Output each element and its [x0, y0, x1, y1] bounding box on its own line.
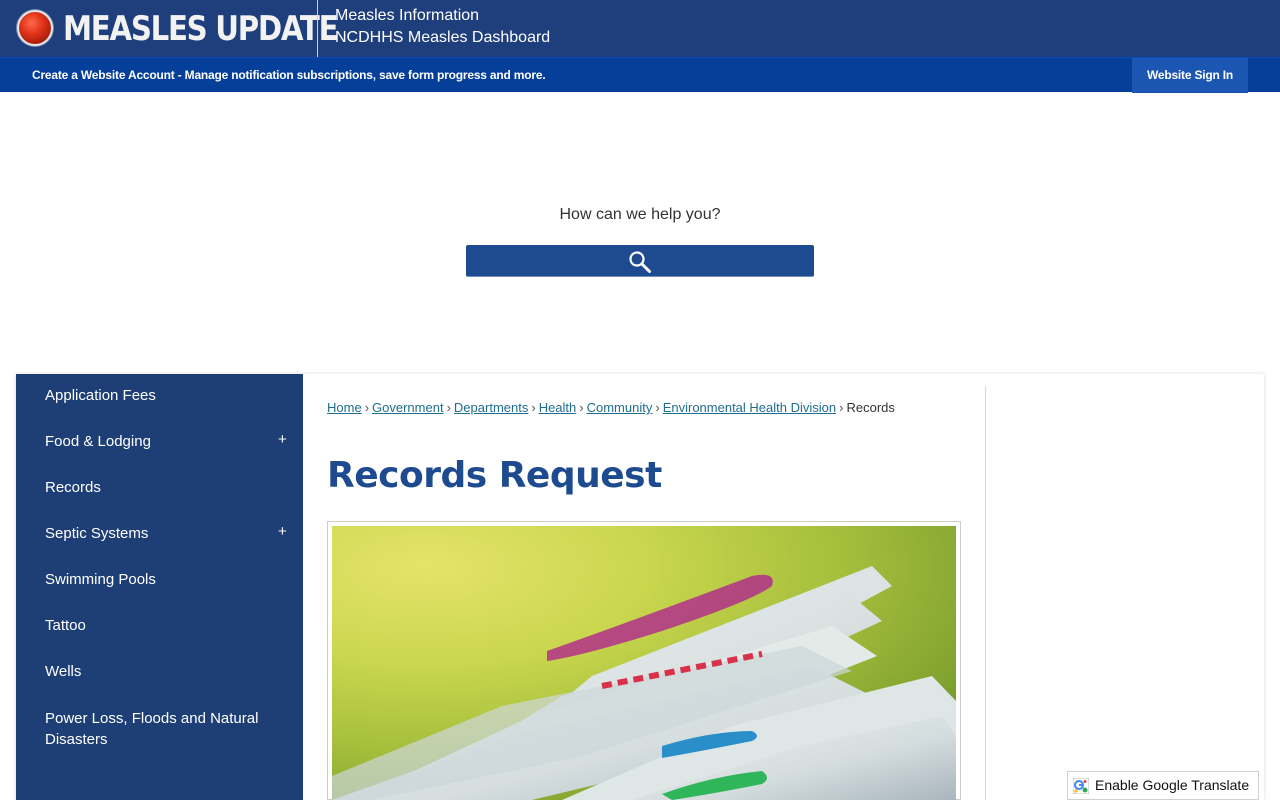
breadcrumb-environmental-health[interactable]: Environmental Health Division	[663, 400, 836, 415]
alert-title: MEASLES UPDATE	[63, 9, 339, 49]
alert-dot-icon	[17, 10, 53, 46]
breadcrumb-current: Records	[846, 400, 895, 415]
breadcrumb-home[interactable]: Home	[327, 400, 362, 415]
paper-stack-illustration	[332, 566, 956, 800]
search-prompt: How can we help you?	[559, 206, 721, 223]
google-translate-button[interactable]: Enable Google Translate	[1067, 771, 1259, 800]
measles-information-link[interactable]: Measles Information	[335, 7, 479, 25]
sidebar-item-records[interactable]: Records	[45, 477, 295, 498]
measles-alert-banner: MEASLES UPDATE Measles Information NCDHH…	[0, 0, 1280, 57]
right-column-divider	[985, 386, 986, 800]
translate-label: Enable Google Translate	[1095, 777, 1250, 793]
records-photo	[332, 526, 956, 800]
breadcrumb-departments[interactable]: Departments	[454, 400, 528, 415]
website-sign-in-button[interactable]: Website Sign In	[1132, 58, 1248, 93]
food-lodging-expand-icon[interactable]: +	[278, 431, 287, 448]
sidebar-item-food-lodging[interactable]: Food & Lodging	[45, 431, 295, 452]
create-account-link[interactable]: Create a Website Account	[32, 68, 175, 82]
sidebar-item-tattoo[interactable]: Tattoo	[45, 615, 295, 636]
account-promo: Create a Website Account - Manage notifi…	[32, 68, 546, 82]
breadcrumb-health[interactable]: Health	[539, 400, 577, 415]
sidebar-item-swimming-pools[interactable]: Swimming Pools	[45, 569, 295, 590]
sidebar-item-power-loss[interactable]: Power Loss, Floods and Natural Disasters	[45, 708, 295, 750]
search-icon[interactable]	[628, 250, 652, 274]
ncdhhs-dashboard-link[interactable]: NCDHHS Measles Dashboard	[335, 29, 550, 47]
septic-systems-expand-icon[interactable]: +	[278, 523, 287, 540]
page-title: Records Request	[327, 455, 662, 496]
account-description: - Manage notification subscriptions, sav…	[174, 68, 546, 82]
account-bar: Create a Website Account - Manage notifi…	[0, 57, 1280, 93]
alert-divider	[317, 0, 318, 57]
sidebar-nav: Application Fees Food & Lodging + Record…	[16, 374, 303, 800]
sidebar-item-septic-systems[interactable]: Septic Systems	[45, 523, 295, 544]
sidebar-item-wells[interactable]: Wells	[45, 661, 295, 682]
breadcrumb-community[interactable]: Community	[587, 400, 653, 415]
breadcrumb: Home › Government › Departments › Health › Commu…	[327, 400, 895, 415]
google-translate-icon	[1073, 778, 1089, 794]
sidebar-item-application-fees[interactable]: Application Fees	[45, 385, 295, 406]
breadcrumb-government[interactable]: Government	[372, 400, 444, 415]
